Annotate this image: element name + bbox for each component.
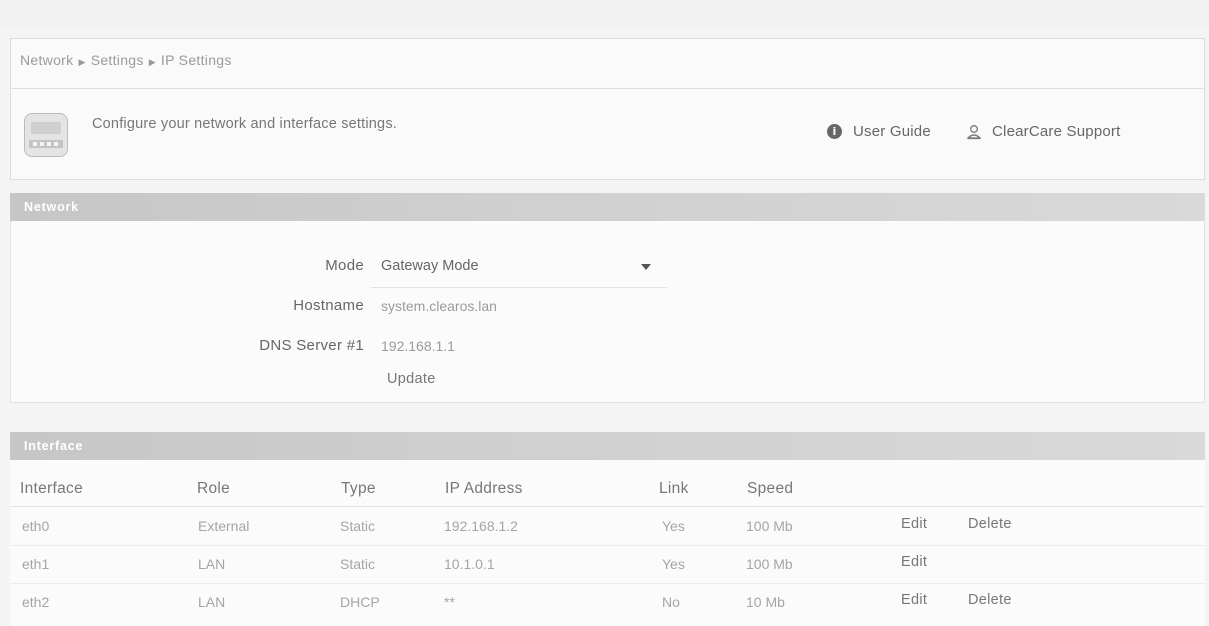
cell-role: LAN — [198, 594, 226, 610]
mode-select[interactable]: Gateway Mode — [371, 248, 667, 288]
column-header-role: Role — [197, 480, 231, 497]
network-panel-header: Network — [10, 193, 1205, 221]
cell-type: Static — [340, 518, 376, 534]
network-form: Mode Gateway Mode Hostname system.clearo… — [10, 221, 1205, 403]
info-icon: i — [827, 124, 842, 139]
column-header-speed: Speed — [747, 480, 794, 497]
cell-speed: 10 Mb — [746, 594, 785, 610]
cell-ip-address: 192.168.1.2 — [444, 518, 518, 534]
person-icon — [966, 124, 982, 139]
table-row: eth0 External Static 192.168.1.2 Yes 100… — [10, 508, 1205, 546]
dns-server-label: DNS Server #1 — [259, 337, 364, 354]
table-row: eth1 LAN Static 10.1.0.1 Yes 100 Mb Edit — [10, 546, 1205, 584]
cell-interface: eth2 — [22, 594, 50, 610]
edit-button[interactable]: Edit — [901, 516, 927, 532]
column-header-ip-address: IP Address — [445, 480, 523, 497]
hostname-value: system.clearos.lan — [381, 298, 497, 314]
summary-card: Network ▶ Settings ▶ IP Settings Configure y… — [10, 38, 1205, 180]
cell-type: Static — [340, 556, 376, 572]
clearcare-support-link[interactable]: ClearCare Support — [966, 123, 1120, 140]
mode-label: Mode — [325, 257, 364, 274]
cell-link: Yes — [662, 556, 685, 572]
column-header-link: Link — [659, 480, 689, 497]
column-header-interface: Interface — [20, 480, 84, 497]
delete-button[interactable]: Delete — [968, 516, 1012, 532]
cell-ip-address: ** — [444, 594, 455, 610]
interface-panel-header: Interface — [10, 432, 1205, 460]
cell-interface: eth0 — [22, 518, 50, 534]
breadcrumb: Network ▶ Settings ▶ IP Settings — [20, 52, 232, 68]
column-header-type: Type — [341, 480, 376, 497]
breadcrumb-item-settings[interactable]: Settings — [91, 52, 144, 68]
delete-button[interactable]: Delete — [968, 592, 1012, 608]
cell-role: External — [198, 518, 250, 534]
cell-interface: eth1 — [22, 556, 50, 572]
breadcrumb-item-ip-settings: IP Settings — [160, 52, 232, 68]
interface-table: Interface Role Type IP Address Link Spee… — [10, 460, 1205, 626]
breadcrumb-separator-icon: ▶ — [148, 57, 156, 67]
cell-link: No — [662, 594, 680, 610]
clearcare-support-label: ClearCare Support — [992, 123, 1121, 140]
cell-link: Yes — [662, 518, 685, 534]
cell-ip-address: 10.1.0.1 — [444, 556, 495, 572]
app-description: Configure your network and interface set… — [92, 116, 397, 132]
breadcrumb-item-network[interactable]: Network — [20, 52, 73, 68]
chevron-down-icon — [641, 264, 651, 270]
user-guide-label: User Guide — [853, 123, 931, 140]
cell-role: LAN — [198, 556, 226, 572]
edit-button[interactable]: Edit — [901, 554, 927, 570]
edit-button[interactable]: Edit — [901, 592, 927, 608]
mode-select-value: Gateway Mode — [381, 258, 479, 274]
dns-server-value: 192.168.1.1 — [381, 338, 455, 354]
app-network-icon — [24, 113, 68, 157]
divider — [11, 88, 1204, 89]
divider — [10, 506, 1205, 507]
hostname-label: Hostname — [293, 297, 364, 314]
top-strip — [0, 0, 1209, 28]
user-guide-link[interactable]: i User Guide — [827, 123, 931, 140]
cell-type: DHCP — [340, 594, 380, 610]
update-button[interactable]: Update — [387, 371, 436, 387]
breadcrumb-separator-icon: ▶ — [78, 57, 86, 67]
cell-speed: 100 Mb — [746, 518, 793, 534]
table-row: eth2 LAN DHCP ** No 10 Mb Edit Delete — [10, 584, 1205, 622]
cell-speed: 100 Mb — [746, 556, 793, 572]
